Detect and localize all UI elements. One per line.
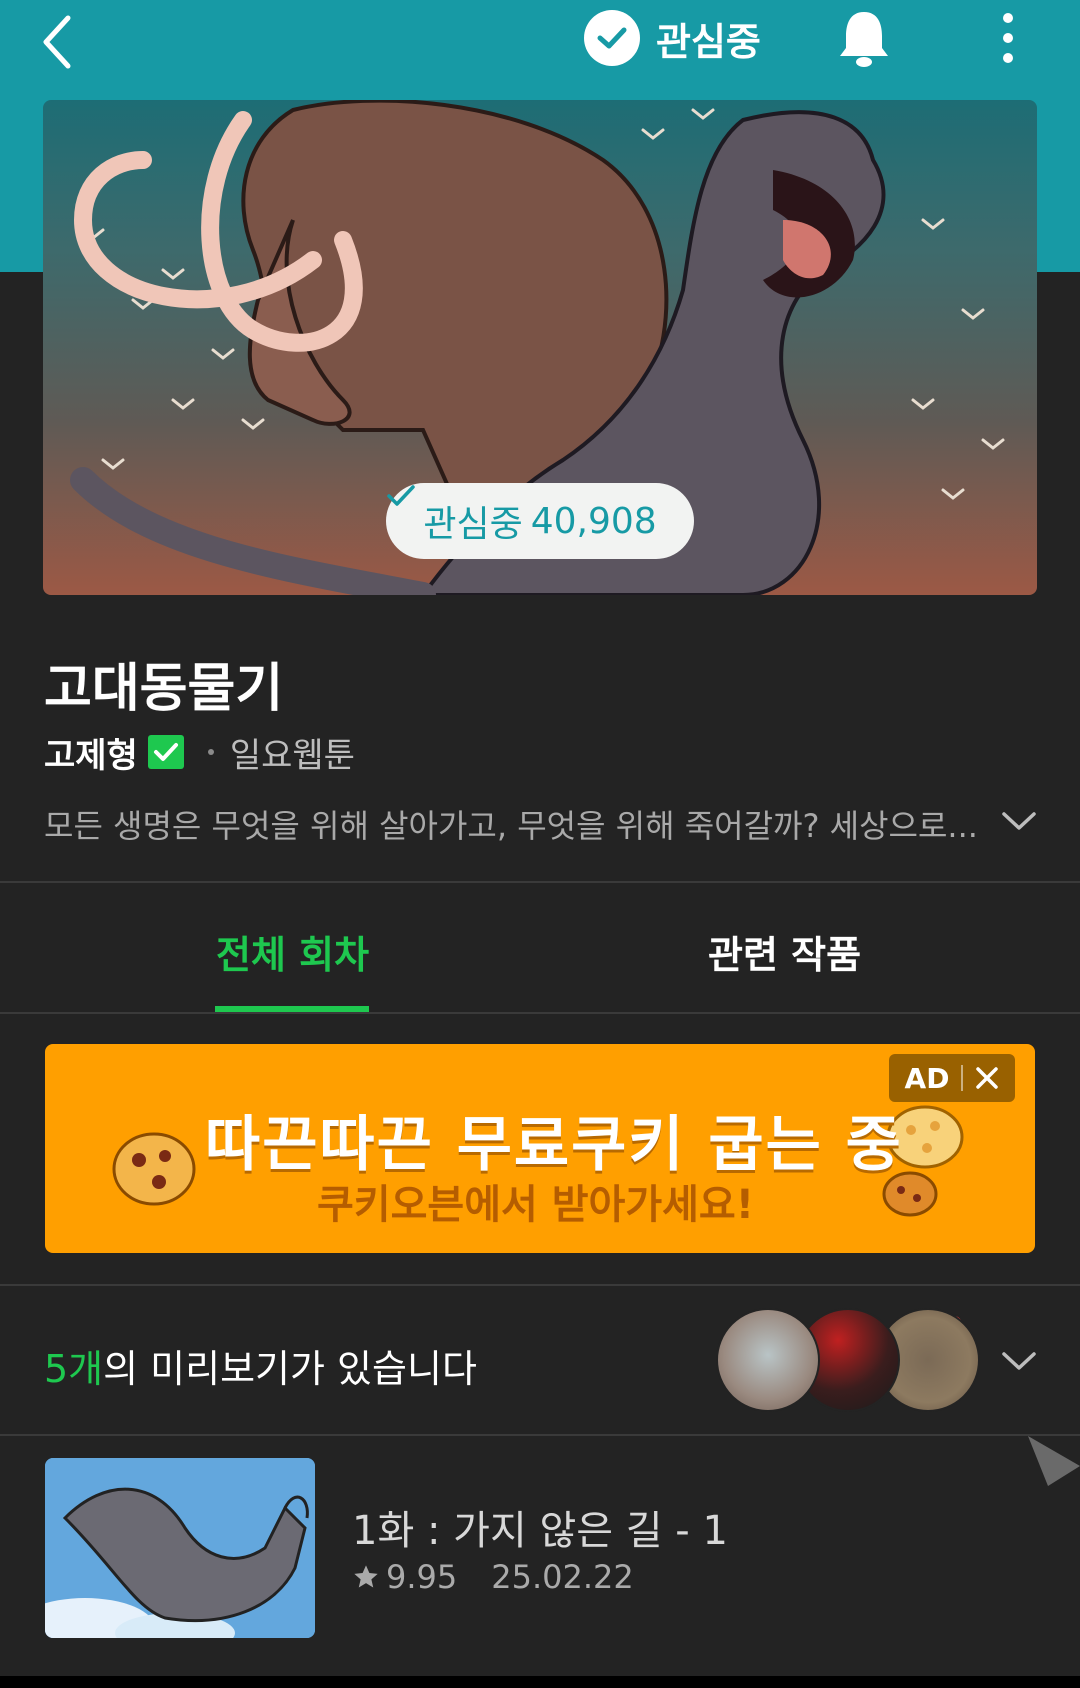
preview-row[interactable]: 5개의 미리보기가 있습니다 [0, 1286, 1080, 1434]
tab-related-works[interactable]: 관련 작품 [708, 924, 861, 979]
chevron-down-icon[interactable] [1000, 1346, 1038, 1376]
webtoon-title: 고대동물기 [44, 659, 284, 719]
verified-badge-icon [147, 735, 184, 769]
follow-label: 관심중 [656, 19, 761, 64]
episode-date: 25.02.22 [491, 1558, 634, 1596]
separator [961, 1065, 964, 1091]
episode-title: 1화 : 가지 않은 길 - 1 [352, 1508, 728, 1554]
ad-label-close[interactable]: AD [889, 1054, 1015, 1102]
publish-day: 일요웹툰 [229, 735, 355, 776]
ad-headline: 따끈따끈 무료쿠키 굽는 중 [205, 1110, 903, 1180]
divider [0, 881, 1080, 883]
hero-cover-image: 관심중 40,908 [43, 100, 1037, 595]
star-icon [354, 1565, 378, 1588]
bottom-edge [0, 1676, 1080, 1688]
preview-count: 5개 [44, 1347, 104, 1391]
episode-rating: 9.95 [386, 1558, 458, 1596]
follow-button[interactable]: 관심중 [584, 8, 761, 68]
ad-banner[interactable]: 따끈따끈 무료쿠키 굽는 중 쿠키오븐에서 받아가세요! AD [45, 1044, 1035, 1253]
divider [0, 1012, 1080, 1014]
check-icon [387, 485, 415, 506]
preview-thumbnails [716, 1308, 980, 1414]
more-vertical-icon [1003, 13, 1013, 63]
notification-button[interactable] [836, 6, 892, 70]
follower-count-badge[interactable]: 관심중 40,908 [386, 483, 694, 559]
episode-thumbnail [45, 1458, 315, 1638]
cookie-icon [112, 1132, 196, 1206]
more-options-button[interactable] [994, 8, 1022, 68]
ad-subline: 쿠키오븐에서 받아가세요! [317, 1182, 754, 1228]
author-name[interactable]: 고제형 [44, 728, 138, 777]
tab-bar: 전체 회차 관련 작품 [0, 884, 1080, 1012]
follower-count: 40,908 [530, 500, 657, 542]
preview-label: 의 미리보기가 있습니다 [103, 1347, 477, 1391]
check-circle-icon [584, 10, 640, 66]
preview-thumbnail [716, 1308, 820, 1412]
episode-list-item[interactable]: 1화 : 가지 않은 길 - 1 9.95 25.02.22 [0, 1436, 1080, 1688]
corner-triangle-icon [1028, 1436, 1080, 1486]
chevron-down-icon[interactable] [1000, 806, 1038, 836]
back-button[interactable] [36, 8, 84, 72]
preview-text: 5개의 미리보기가 있습니다 [44, 1338, 477, 1393]
ad-tag-label: AD [904, 1061, 950, 1095]
bell-icon [840, 12, 888, 67]
tab-all-episodes[interactable]: 전체 회차 [216, 924, 369, 979]
chevron-left-icon [43, 15, 71, 69]
close-icon[interactable] [975, 1066, 999, 1090]
webtoon-description[interactable]: 모든 생명은 무엇을 위해 살아가고, 무엇을 위해 죽어갈까? 세상으로... [44, 801, 979, 847]
top-bar: 관심중 [0, 0, 1080, 76]
separator-dot [207, 749, 214, 755]
follower-badge-label: 관심중 [423, 504, 523, 545]
webtoon-meta: 고제형 일요웹툰 [44, 728, 355, 777]
episode-meta: 9.95 25.02.22 [352, 1558, 634, 1596]
